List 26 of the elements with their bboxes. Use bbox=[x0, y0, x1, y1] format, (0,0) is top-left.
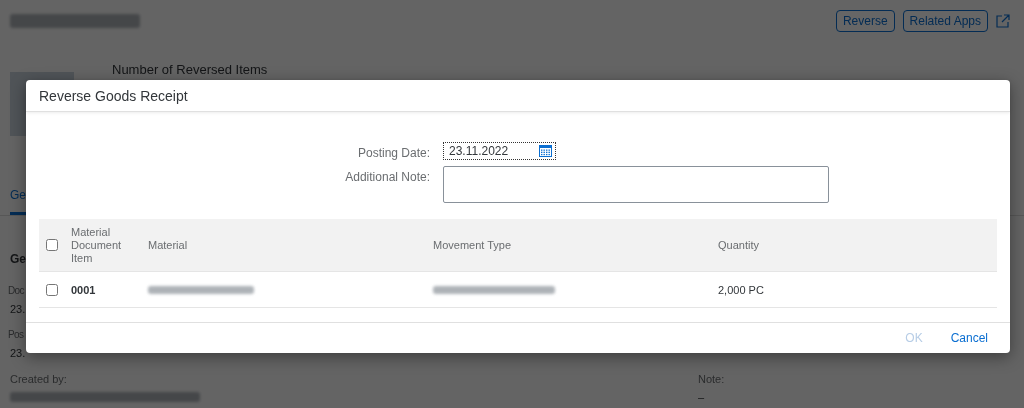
header-action-button[interactable]: Reverse bbox=[835, 10, 895, 32]
header-action-button[interactable]: Related Apps bbox=[902, 10, 988, 32]
date-field[interactable]: 23.11.2022 bbox=[443, 142, 556, 160]
field-label: Additional Note: bbox=[345, 169, 430, 184]
column-header: Movement Type bbox=[433, 238, 513, 252]
column-header: Quantity bbox=[718, 238, 760, 252]
field-value: 23. bbox=[10, 302, 26, 317]
field-label: Pos bbox=[8, 328, 24, 342]
field-label: Posting Date: bbox=[357, 145, 430, 160]
dialog-title: Reverse Goods Receipt bbox=[26, 80, 1010, 112]
select-all-checkbox[interactable] bbox=[46, 239, 58, 251]
kpi-label: Number of Reversed Items bbox=[112, 62, 268, 77]
dialog-button[interactable]: Cancel bbox=[948, 329, 990, 347]
section-title: Ge bbox=[10, 252, 26, 266]
column-header: Material Document Item bbox=[71, 225, 123, 265]
calendar-icon[interactable] bbox=[539, 145, 552, 157]
table-cell-text: 0001 bbox=[71, 283, 97, 296]
column-header: Material bbox=[148, 238, 189, 252]
table-cell-text: 2,000 PC bbox=[718, 283, 765, 296]
note-input[interactable] bbox=[443, 166, 829, 203]
row-checkbox[interactable] bbox=[46, 283, 58, 296]
field-label: Created by: bbox=[10, 372, 67, 387]
field-value: – bbox=[698, 390, 705, 405]
field-label: Note: bbox=[698, 372, 725, 387]
field-value: 23. bbox=[10, 346, 26, 361]
share-icon[interactable] bbox=[996, 14, 1010, 28]
